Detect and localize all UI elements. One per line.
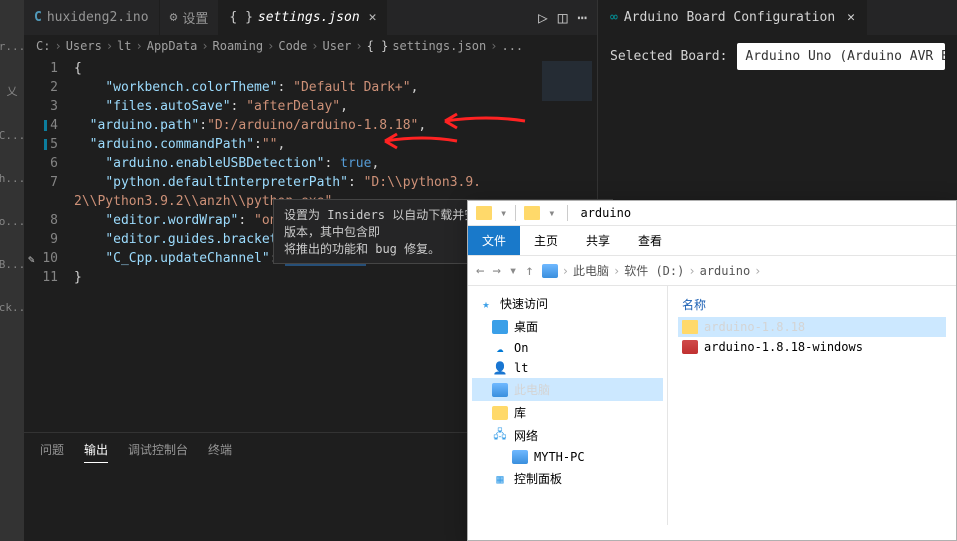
board-select[interactable]: Arduino Uno (Arduino AVR Board <box>737 43 945 70</box>
split-icon[interactable]: ◫ <box>558 8 568 27</box>
run-icon[interactable]: ▷ <box>538 8 548 27</box>
panel-tab-debug[interactable]: 调试控制台 <box>128 441 188 463</box>
editor-toolbar: ▷ ◫ ⋯ <box>538 0 597 35</box>
activity-item[interactable]: 乂 <box>7 83 18 99</box>
tree-control-panel[interactable]: ▦控制面板 <box>472 467 663 490</box>
tab-huxideng2[interactable]: C huxideng2.ino <box>24 0 160 35</box>
tab-bar: C huxideng2.ino ⚙ 设置 { } settings.json ✕… <box>24 0 597 35</box>
cloud-icon: ☁ <box>492 341 508 355</box>
ribbon-tab-home[interactable]: 主页 <box>520 226 572 255</box>
panel-tab-problems[interactable]: 问题 <box>40 441 64 463</box>
folder-icon <box>682 320 698 334</box>
ribbon-tab-file[interactable]: 文件 <box>468 226 520 255</box>
pencil-icon[interactable]: ✎ <box>28 250 35 269</box>
explorer-ribbon: 文件 主页 共享 查看 <box>468 226 956 256</box>
tree-desktop[interactable]: 桌面 <box>472 315 663 338</box>
qat-down-icon[interactable]: ▾ <box>500 206 507 220</box>
ribbon-tab-share[interactable]: 共享 <box>572 226 624 255</box>
user-icon: 👤 <box>492 361 508 375</box>
nav-back-icon[interactable]: ← <box>476 263 484 279</box>
tree-network[interactable]: 🖧网络 <box>472 424 663 447</box>
nav-recent-icon[interactable]: ▾ <box>509 263 517 279</box>
activity-item[interactable]: h... <box>0 172 25 185</box>
nav-forward-icon[interactable]: → <box>492 263 500 279</box>
explorer-navbar: ← → ▾ ↑ › 此电脑› 软件 (D:)› arduino› <box>468 256 956 286</box>
tree-onedrive[interactable]: ☁On <box>472 338 663 358</box>
tab-settings-gear[interactable]: ⚙ 设置 <box>160 0 220 35</box>
ribbon-tab-view[interactable]: 查看 <box>624 226 676 255</box>
tab-settings-json[interactable]: { } settings.json ✕ <box>219 0 387 35</box>
folder-icon <box>476 206 492 220</box>
close-icon[interactable]: ✕ <box>369 10 377 25</box>
minimap[interactable] <box>537 57 597 157</box>
gear-icon: ⚙ <box>170 10 178 25</box>
pc-icon <box>512 450 528 464</box>
activity-item[interactable]: C... <box>0 129 25 142</box>
tab-label: settings.json <box>258 10 360 25</box>
explorer-file-list[interactable]: 名称 arduino-1.8.18 arduino-1.8.18-windows <box>668 286 956 525</box>
tree-this-pc[interactable]: 此电脑 <box>472 378 663 401</box>
list-item-exe[interactable]: arduino-1.8.18-windows <box>678 337 946 357</box>
activity-item[interactable]: ck.. <box>0 301 25 314</box>
activity-bar: r... 乂 C... h... o... B... ck.. <box>0 0 24 541</box>
braces-icon: { } <box>229 10 252 25</box>
star-icon: ★ <box>478 297 494 311</box>
breadcrumb[interactable]: C:› Users› lt› AppData› Roaming› Code› U… <box>24 35 597 57</box>
folder-icon <box>524 206 540 220</box>
dropdown-icon[interactable]: ▾ <box>548 206 555 220</box>
more-icon[interactable]: ⋯ <box>577 8 587 27</box>
column-header-name[interactable]: 名称 <box>678 292 946 317</box>
activity-item[interactable]: B... <box>0 258 25 271</box>
network-icon: 🖧 <box>492 429 508 443</box>
desktop-icon <box>492 320 508 334</box>
pc-icon <box>542 264 558 278</box>
exe-icon <box>682 340 698 354</box>
file-explorer-window[interactable]: ▾ ▾ arduino 文件 主页 共享 查看 ← → ▾ ↑ › 此电脑› 软… <box>467 200 957 541</box>
cpp-icon: C <box>34 10 42 25</box>
explorer-tree[interactable]: ★快速访问 桌面 ☁On 👤lt 此电脑 库 🖧网络 MYTH-PC ▦控制面板 <box>468 286 668 525</box>
tree-network-pc[interactable]: MYTH-PC <box>472 447 663 467</box>
tab-label: huxideng2.ino <box>47 10 149 25</box>
panel-tab-terminal[interactable]: 终端 <box>208 441 232 463</box>
tree-user[interactable]: 👤lt <box>472 358 663 378</box>
explorer-titlebar[interactable]: ▾ ▾ arduino <box>468 201 956 226</box>
address-bar[interactable]: › 此电脑› 软件 (D:)› arduino› <box>542 262 762 279</box>
tab-arduino-config[interactable]: ∞ Arduino Board Configuration ✕ <box>598 0 867 35</box>
list-item-folder[interactable]: arduino-1.8.18 <box>678 317 946 337</box>
activity-item[interactable]: o... <box>0 215 25 228</box>
tab-label: 设置 <box>182 8 208 27</box>
tree-libraries[interactable]: 库 <box>472 401 663 424</box>
braces-icon: { } <box>367 39 389 53</box>
library-icon <box>492 406 508 420</box>
line-gutter: 1 2 3 4 5 6 7 8 9 ✎10 11 <box>24 57 74 432</box>
control-panel-icon: ▦ <box>492 472 508 486</box>
nav-up-icon[interactable]: ↑ <box>525 263 533 279</box>
panel-tab-output[interactable]: 输出 <box>84 441 108 463</box>
tab-label: Arduino Board Configuration <box>624 10 835 25</box>
arduino-icon: ∞ <box>610 10 618 25</box>
window-title: arduino <box>580 206 631 220</box>
close-icon[interactable]: ✕ <box>847 10 855 25</box>
pc-icon <box>492 383 508 397</box>
activity-item[interactable]: r... <box>0 40 25 53</box>
tree-quick-access[interactable]: ★快速访问 <box>472 292 663 315</box>
selected-board-label: Selected Board: <box>610 49 727 64</box>
